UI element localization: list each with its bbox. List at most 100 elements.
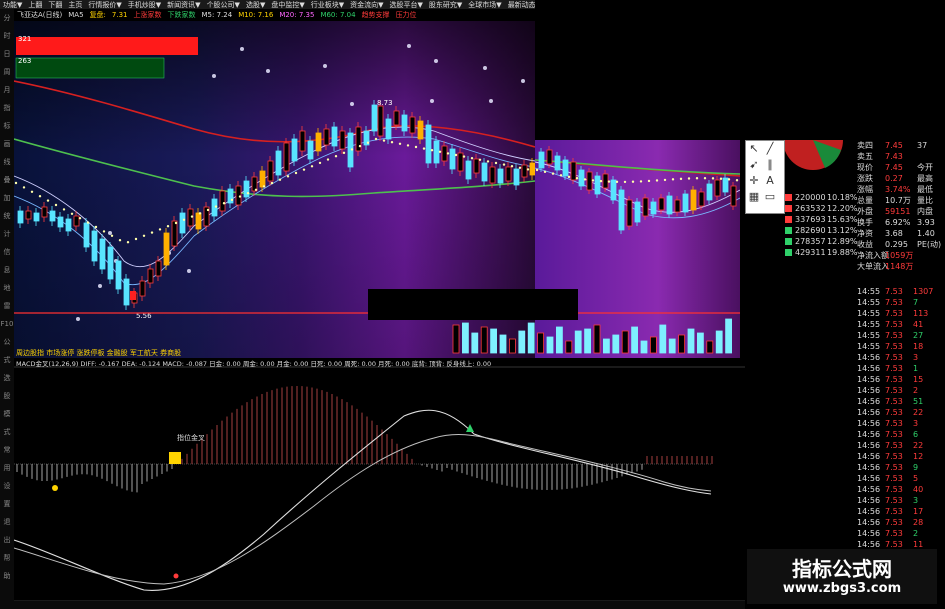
star-decoration bbox=[240, 47, 244, 51]
menu-item[interactable]: 个股公司▼ bbox=[204, 1, 243, 9]
left-tool-item[interactable]: 助 bbox=[0, 567, 14, 585]
info-item: M5: 7.24 bbox=[201, 11, 233, 19]
left-tool-item[interactable]: 模 bbox=[0, 405, 14, 423]
left-tool-item[interactable]: 置 bbox=[0, 495, 14, 513]
left-tool-item[interactable]: 日 bbox=[0, 45, 14, 63]
channel-tool-icon[interactable]: ∥ bbox=[762, 157, 778, 173]
candle bbox=[377, 105, 384, 137]
tick-row: 14:56 7.53 5 bbox=[745, 473, 945, 484]
candle bbox=[618, 189, 625, 231]
menu-item[interactable]: 选股▼ bbox=[243, 1, 268, 9]
trend-dot bbox=[631, 180, 635, 183]
trend-dot bbox=[142, 234, 146, 237]
left-tool-item[interactable]: 设 bbox=[0, 477, 14, 495]
left-tool-item[interactable]: 计 bbox=[0, 225, 14, 243]
left-tool-item[interactable]: 帮 bbox=[0, 549, 14, 567]
left-tool-item[interactable]: 加 bbox=[0, 189, 14, 207]
star-decoration bbox=[76, 317, 80, 321]
star-decoration bbox=[108, 231, 112, 235]
menu-item[interactable]: 盘中监控▼ bbox=[268, 1, 307, 9]
menu-item[interactable]: 下翻 bbox=[45, 1, 65, 9]
left-tool-item[interactable]: 股 bbox=[0, 387, 14, 405]
left-tool-item[interactable]: 地 bbox=[0, 279, 14, 297]
left-tool-item[interactable]: F10 bbox=[0, 315, 14, 333]
cross-tool-icon[interactable]: ✛ bbox=[746, 173, 762, 189]
tick-volume: 5 bbox=[913, 474, 919, 483]
left-tool-item[interactable]: 公 bbox=[0, 333, 14, 351]
trend-dot bbox=[118, 239, 122, 242]
left-tool-item[interactable]: 信 bbox=[0, 243, 14, 261]
menu-item[interactable]: 手机炒股▼ bbox=[125, 1, 164, 9]
left-tool-item[interactable]: 用 bbox=[0, 459, 14, 477]
trend-dot bbox=[238, 195, 242, 198]
trend-dot bbox=[711, 177, 715, 180]
tick-row: 14:56 7.53 3 bbox=[745, 418, 945, 429]
tick-row: 14:56 7.53 22 bbox=[745, 440, 945, 451]
left-tool-item[interactable]: 式 bbox=[0, 351, 14, 369]
macd-chart[interactable]: MACD金叉(12,26,9) DIFF: -0.167 DEA: -0.124… bbox=[14, 358, 745, 609]
tick-volume: 22 bbox=[913, 441, 924, 450]
menu-item[interactable]: 行业板块▼ bbox=[308, 1, 347, 9]
pointer-icon[interactable]: ➹ bbox=[746, 157, 762, 173]
left-tool-item[interactable]: 式 bbox=[0, 423, 14, 441]
menu-item[interactable]: 选股平台▼ bbox=[387, 1, 426, 9]
info-item: 复盘: bbox=[89, 11, 106, 19]
menu-item[interactable]: 新闻资讯▼ bbox=[164, 1, 203, 9]
left-tool-item[interactable]: 统 bbox=[0, 207, 14, 225]
menu-item[interactable]: 行情报价▼ bbox=[85, 1, 124, 9]
candle bbox=[698, 191, 705, 207]
trend-dot bbox=[591, 179, 595, 182]
left-tool-item[interactable]: 时 bbox=[0, 27, 14, 45]
high-price-label: 8.73 bbox=[377, 99, 393, 107]
left-tool-item[interactable]: 画 bbox=[0, 135, 14, 153]
menu-item[interactable]: 股东研究▼ bbox=[426, 1, 465, 9]
trend-dot bbox=[46, 199, 50, 202]
tick-time: 14:56 bbox=[857, 485, 881, 494]
left-tool-item[interactable]: 雷 bbox=[0, 297, 14, 315]
trend-dot bbox=[607, 180, 611, 183]
left-tool-item[interactable]: 线 bbox=[0, 153, 14, 171]
bottom-tabs[interactable]: 周边股指 市场涨停 涨跌停板 金融股 军工航天 券商股 bbox=[16, 348, 181, 357]
candle bbox=[425, 124, 432, 164]
menu-item[interactable]: 上翻 bbox=[25, 1, 45, 9]
trend-dot bbox=[454, 153, 458, 157]
tick-row: 14:56 7.53 51 bbox=[745, 396, 945, 407]
menu-item[interactable]: 资金流向▼ bbox=[347, 1, 386, 9]
cursor-icon[interactable]: ↖ bbox=[746, 141, 762, 157]
trend-dot bbox=[366, 141, 370, 144]
eraser-icon[interactable]: ▭ bbox=[762, 189, 778, 205]
left-tool-item[interactable]: 标 bbox=[0, 117, 14, 135]
menu-item[interactable]: 功能▼ bbox=[0, 1, 25, 9]
menu-item[interactable]: 全球市场▼ bbox=[465, 1, 504, 9]
left-tool-item[interactable]: 分 bbox=[0, 9, 14, 27]
left-tool-item[interactable]: 月 bbox=[0, 81, 14, 99]
order-flow-row: 429311 19.88% bbox=[745, 247, 945, 258]
left-tool-item[interactable]: 退 bbox=[0, 513, 14, 531]
trend-dot bbox=[110, 234, 114, 237]
line-tool-icon[interactable]: ╱ bbox=[762, 141, 778, 157]
drawing-toolbox[interactable]: ↖ ╱ ➹ ∥ ✛ A ▦ ▭ bbox=[745, 140, 785, 214]
volume-bar bbox=[508, 338, 516, 354]
trend-dot bbox=[518, 166, 522, 169]
left-tool-item[interactable]: 息 bbox=[0, 261, 14, 279]
green-bar-label: 263 bbox=[18, 57, 31, 65]
text-tool-icon[interactable]: A bbox=[762, 173, 778, 189]
tick-row: 14:55 7.53 18 bbox=[745, 341, 945, 352]
trend-dot bbox=[166, 225, 170, 228]
left-tool-item[interactable]: 常 bbox=[0, 441, 14, 459]
left-tool-item[interactable]: 叠 bbox=[0, 171, 14, 189]
trend-dot bbox=[535, 168, 539, 172]
left-tool-item[interactable]: 指 bbox=[0, 99, 14, 117]
quote-label: 涨跌 bbox=[857, 174, 873, 183]
tick-volume: 9 bbox=[913, 463, 919, 472]
menu-item[interactable]: 最新动态▼ bbox=[505, 1, 535, 9]
candle bbox=[642, 197, 649, 217]
candle bbox=[83, 222, 90, 248]
menu-item[interactable]: 主页 bbox=[65, 1, 85, 9]
cross-marker bbox=[173, 573, 179, 579]
left-tool-item[interactable]: 出 bbox=[0, 531, 14, 549]
left-tool-item[interactable]: 选 bbox=[0, 369, 14, 387]
left-tool-item[interactable]: 周 bbox=[0, 63, 14, 81]
trend-dot bbox=[470, 157, 474, 160]
grid-tool-icon[interactable]: ▦ bbox=[746, 189, 762, 205]
